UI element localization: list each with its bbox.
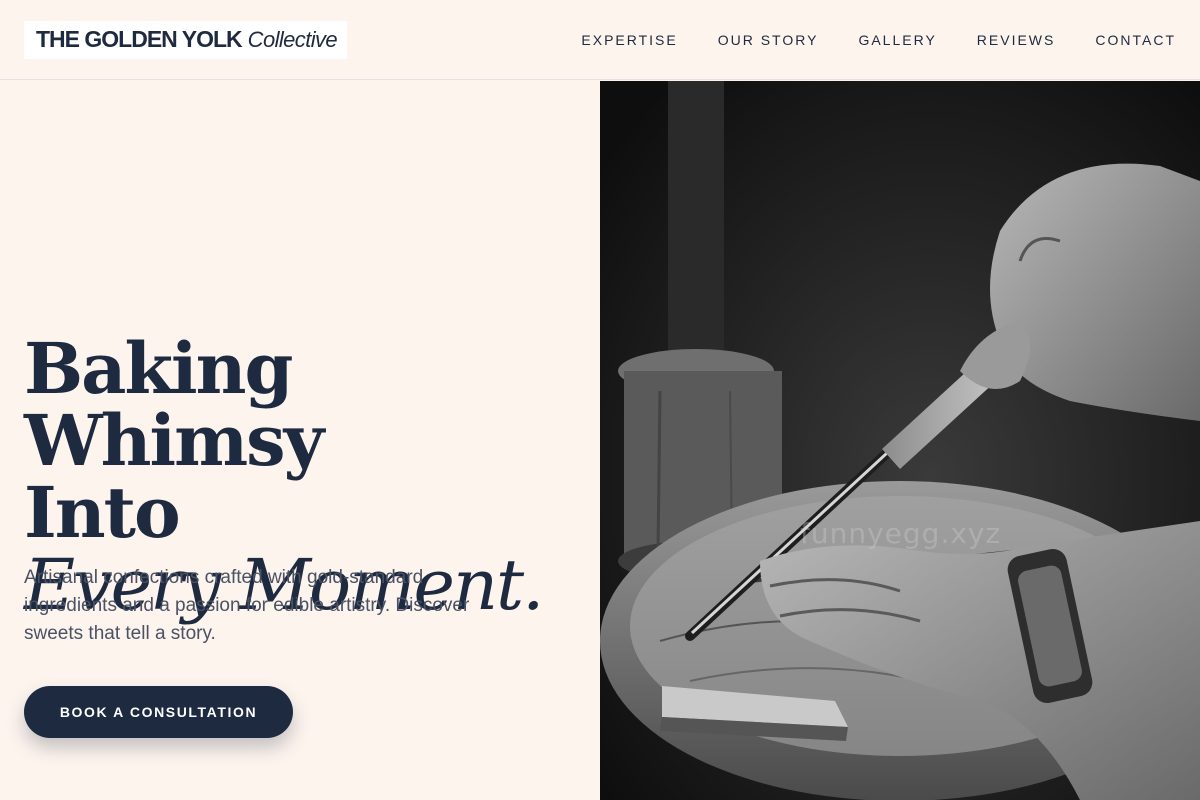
logo[interactable]: THE GOLDEN YOLK Collective	[24, 20, 348, 59]
hero-text-section: Baking Whimsy Into Every Moment. Artisan…	[0, 81, 600, 800]
hero-tagline: Artisanal confections crafted with gold-…	[24, 567, 470, 644]
site-header: THE GOLDEN YOLK Collective EXPERTISE OUR…	[0, 0, 1200, 80]
woodcarving-hands-illustration	[600, 81, 1200, 800]
image-watermark: funnyegg.xyz	[800, 517, 1002, 550]
hero-photo: funnyegg.xyz	[600, 81, 1200, 800]
headline-line-2: Into	[24, 471, 181, 554]
nav-link-our-story[interactable]: OUR STORY	[718, 32, 819, 48]
nav-link-contact[interactable]: CONTACT	[1095, 32, 1176, 48]
nav-link-gallery[interactable]: GALLERY	[858, 32, 936, 48]
nav-link-reviews[interactable]: REVIEWS	[977, 32, 1056, 48]
main-nav: EXPERTISE OUR STORY GALLERY REVIEWS CONT…	[581, 32, 1176, 48]
book-consultation-button[interactable]: BOOK A CONSULTATION	[24, 686, 293, 738]
headline-line-1: Baking Whimsy	[24, 327, 324, 482]
logo-main-text: THE GOLDEN YOLK	[36, 26, 243, 52]
logo-sub-text: Collective	[247, 26, 338, 52]
nav-link-expertise[interactable]: EXPERTISE	[581, 32, 677, 48]
